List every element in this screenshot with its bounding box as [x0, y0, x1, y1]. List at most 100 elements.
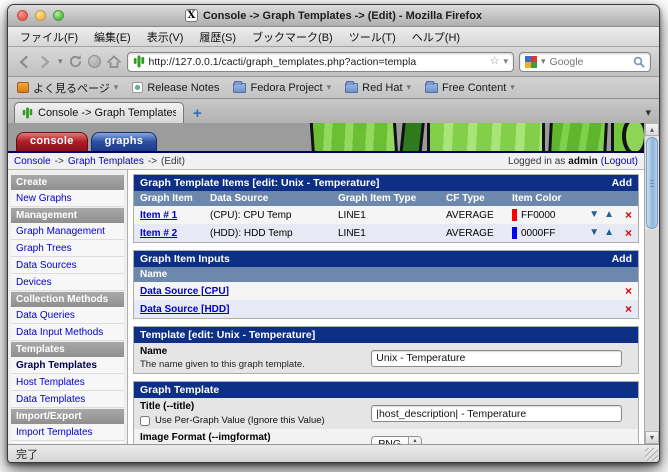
cacti-favicon — [133, 55, 145, 68]
sidebar: Create New Graphs Management Graph Manag… — [8, 170, 128, 444]
url-dropdown-icon[interactable]: ▾ — [503, 57, 508, 66]
section-title: Graph Item Inputs — [140, 253, 230, 265]
move-down-icon[interactable]: ▼ — [589, 228, 599, 238]
scroll-down-icon[interactable]: ▾ — [645, 431, 659, 444]
bookmark-star-icon[interactable]: ☆ — [490, 56, 500, 67]
row-data-source: (HDD): HDD Temp — [210, 228, 338, 239]
menu-file[interactable]: ファイル(F) — [20, 29, 78, 45]
menu-tools[interactable]: ツール(T) — [349, 29, 396, 45]
bookmark-free-content[interactable]: Free Content▾ — [425, 82, 515, 94]
login-status: Logged in as admin (Logout) — [508, 156, 638, 167]
cacti-tabs: console graphs — [16, 132, 157, 151]
browser-tab-active[interactable]: Console -> Graph Templates -... — [14, 102, 184, 123]
sidebar-item-new-graphs[interactable]: New Graphs — [11, 190, 124, 207]
list-all-tabs-icon[interactable]: ▾ — [645, 106, 651, 119]
move-down-icon[interactable]: ▼ — [589, 210, 599, 220]
sidebar-header-import-export: Import/Export — [11, 409, 124, 424]
move-up-icon[interactable]: ▲ — [604, 210, 614, 220]
menu-history[interactable]: 履歴(S) — [199, 29, 236, 45]
release-notes-icon — [132, 82, 143, 93]
menu-bookmarks[interactable]: ブックマーク(B) — [252, 29, 333, 45]
data-source-hdd-link[interactable]: Data Source [HDD] — [140, 304, 229, 315]
resize-grip[interactable] — [645, 448, 658, 461]
breadcrumb-graph-templates[interactable]: Graph Templates — [68, 156, 144, 167]
bookmark-release-notes[interactable]: Release Notes — [132, 82, 219, 94]
tab-console[interactable]: console — [16, 132, 88, 151]
sidebar-item-data-templates[interactable]: Data Templates — [11, 391, 124, 408]
bookmark-label: Fedora Project — [250, 82, 322, 94]
add-graph-item-input-link[interactable]: Add — [612, 253, 632, 265]
sidebar-item-data-queries[interactable]: Data Queries — [11, 307, 124, 324]
sidebar-item-graph-trees[interactable]: Graph Trees — [11, 240, 124, 257]
cacti-content: Create New Graphs Management Graph Manag… — [8, 170, 644, 444]
bookmarks-toolbar: よく見るページ▾ Release Notes Fedora Project▾ R… — [8, 77, 659, 99]
stop-icon[interactable] — [88, 55, 101, 68]
menu-view[interactable]: 表示(V) — [147, 29, 184, 45]
section-graph-template-items: Graph Template Items [edit: Unix - Tempe… — [133, 174, 639, 243]
delete-icon[interactable]: × — [625, 302, 632, 316]
graph-title-input[interactable] — [371, 405, 621, 422]
graph-item-input-row: Data Source [CPU] × — [134, 282, 638, 300]
graph-item-1-link[interactable]: Item # 1 — [140, 210, 177, 221]
search-input[interactable] — [550, 56, 629, 68]
logout-link[interactable]: (Logout) — [601, 156, 638, 167]
back-button-icon[interactable] — [16, 54, 32, 70]
url-input[interactable] — [149, 56, 486, 68]
bookmark-red-hat[interactable]: Red Hat▾ — [345, 82, 411, 94]
sidebar-item-devices[interactable]: Devices — [11, 274, 124, 291]
bookmark-fedora-project[interactable]: Fedora Project▾ — [233, 82, 331, 94]
browser-viewport: console graphs Console -> Graph Template… — [8, 123, 659, 444]
delete-icon[interactable]: × — [625, 208, 632, 222]
data-source-cpu-link[interactable]: Data Source [CPU] — [140, 286, 229, 297]
search-box[interactable]: ▾ — [519, 52, 651, 72]
breadcrumb-console[interactable]: Console — [14, 156, 51, 167]
url-bar[interactable]: ☆ ▾ — [127, 52, 514, 72]
delete-icon[interactable]: × — [625, 284, 632, 298]
menu-edit[interactable]: 編集(E) — [94, 29, 131, 45]
tab-graphs[interactable]: graphs — [91, 132, 157, 151]
use-per-graph-title-checkbox[interactable] — [140, 416, 150, 426]
sidebar-header-templates: Templates — [11, 342, 124, 357]
scroll-up-icon[interactable]: ▴ — [645, 123, 659, 136]
move-up-icon[interactable]: ▲ — [604, 228, 614, 238]
tab-strip: Console -> Graph Templates -... + ▾ — [8, 99, 659, 123]
sidebar-item-data-sources[interactable]: Data Sources — [11, 257, 124, 274]
image-format-select[interactable]: PNG ▴▾ — [371, 436, 422, 444]
color-swatch — [512, 227, 517, 239]
history-dropdown-icon[interactable]: ▾ — [58, 57, 63, 66]
sidebar-item-graph-management[interactable]: Graph Management — [11, 223, 124, 240]
zoom-button[interactable] — [53, 10, 64, 21]
scrollbar[interactable]: ▴ ▾ — [644, 123, 659, 444]
menu-help[interactable]: ヘルプ(H) — [412, 29, 460, 45]
sidebar-item-graph-templates[interactable]: Graph Templates — [11, 357, 124, 374]
sidebar-header-collection-methods: Collection Methods — [11, 292, 124, 307]
traffic-lights — [17, 10, 64, 21]
reload-icon[interactable] — [68, 54, 83, 69]
chevron-down-icon: ▾ — [114, 83, 119, 92]
graph-item-2-link[interactable]: Item # 2 — [140, 228, 177, 239]
breadcrumb: Console -> Graph Templates -> (Edit) — [14, 156, 185, 167]
home-icon[interactable] — [106, 54, 122, 69]
navigation-toolbar: ▾ ☆ ▾ ▾ — [8, 47, 659, 77]
form-row-image-format: Image Format (--imgformat) Use Per-Graph… — [134, 429, 638, 444]
forward-button-icon[interactable] — [37, 54, 53, 70]
sidebar-item-import-templates[interactable]: Import Templates — [11, 424, 124, 441]
bookmark-most-visited[interactable]: よく見るページ▾ — [17, 80, 118, 96]
new-tab-button[interactable]: + — [193, 106, 202, 121]
cacti-favicon — [22, 107, 33, 119]
field-label: Image Format (--imgformat) — [140, 432, 363, 443]
add-graph-item-link[interactable]: Add — [612, 177, 632, 189]
minimize-button[interactable] — [35, 10, 46, 21]
titlebar[interactable]: X Console -> Graph Templates -> (Edit) -… — [8, 5, 659, 27]
sidebar-item-data-input-methods[interactable]: Data Input Methods — [11, 324, 124, 341]
scrollbar-thumb[interactable] — [646, 137, 658, 229]
sidebar-item-host-templates[interactable]: Host Templates — [11, 374, 124, 391]
scrollbar-track[interactable] — [645, 230, 659, 431]
delete-icon[interactable]: × — [625, 226, 632, 240]
search-engine-dropdown-icon[interactable]: ▾ — [541, 57, 546, 66]
close-button[interactable] — [17, 10, 28, 21]
search-magnifier-icon[interactable] — [633, 56, 645, 68]
cacti-banner-art — [309, 123, 644, 151]
template-name-input[interactable] — [371, 350, 621, 367]
chevron-down-icon: ▾ — [407, 83, 412, 92]
